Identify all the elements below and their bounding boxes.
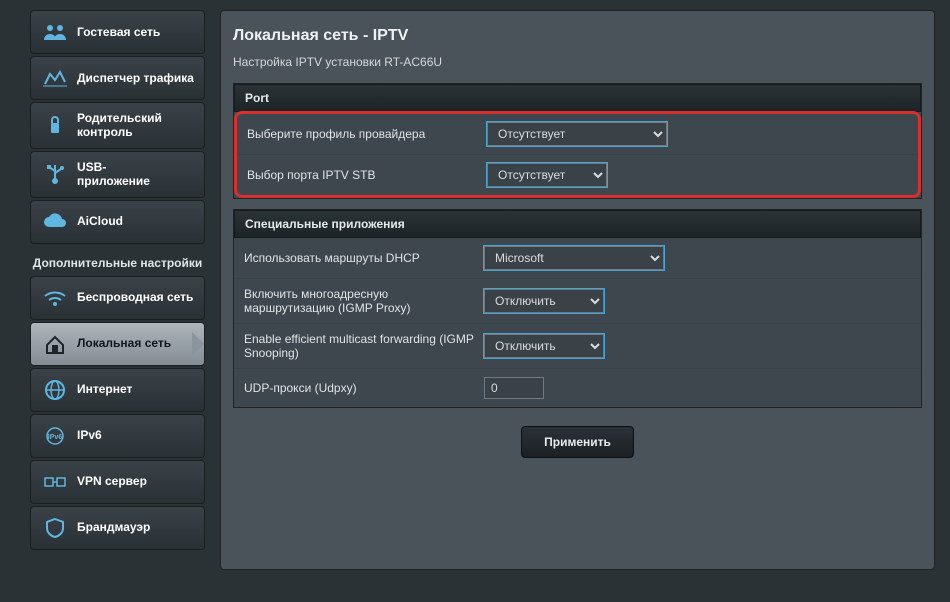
wifi-icon xyxy=(41,286,69,310)
dhcp-routes-label: Использовать маршруты DHCP xyxy=(244,251,484,265)
isp-profile-select[interactable]: Отсутствует xyxy=(487,122,667,146)
special-apps-header: Специальные приложения xyxy=(234,210,921,238)
sidebar-item-guest-network[interactable]: Гостевая сеть xyxy=(30,10,205,54)
iptv-stb-port-label: Выбор порта IPTV STB xyxy=(247,168,487,182)
cloud-icon xyxy=(41,210,69,234)
nav-label: USB- приложение xyxy=(77,160,150,189)
traffic-icon xyxy=(41,66,69,90)
igmp-snooping-label: Enable efficient multicast forwarding (I… xyxy=(244,332,484,360)
igmp-proxy-select[interactable]: Отключить xyxy=(484,289,604,313)
sidebar-item-lan[interactable]: Локальная сеть xyxy=(30,322,205,366)
dhcp-routes-select[interactable]: Microsoft xyxy=(484,246,664,270)
nav-label: IPv6 xyxy=(77,428,102,442)
nav-label: VPN сервер xyxy=(77,474,147,488)
nav-label: Локальная сеть xyxy=(77,336,171,350)
sidebar-item-firewall[interactable]: Брандмауэр xyxy=(30,506,205,550)
sidebar-item-wan[interactable]: Интернет xyxy=(30,368,205,412)
port-section: Port Выберите профиль провайдера Отсутст… xyxy=(233,83,922,199)
nav-label: Родительский контроль xyxy=(77,111,194,140)
usb-icon xyxy=(41,162,69,186)
igmp-snooping-row: Enable efficient multicast forwarding (I… xyxy=(234,324,921,369)
sidebar-item-usb-app[interactable]: USB- приложение xyxy=(30,151,205,198)
svg-text:IPv6: IPv6 xyxy=(48,434,63,441)
main-content: Локальная сеть - IPTV Настройка IPTV уст… xyxy=(205,10,950,570)
iptv-stb-port-row: Выбор порта IPTV STB Отсутствует xyxy=(237,155,918,195)
nav-label: Беспроводная сеть xyxy=(77,290,193,304)
sidebar-item-parental-control[interactable]: Родительский контроль xyxy=(30,102,205,149)
firewall-icon xyxy=(41,516,69,540)
sidebar-item-aicloud[interactable]: AiCloud xyxy=(30,200,205,244)
sidebar-section-title: Дополнительные настройки xyxy=(30,246,205,276)
iptv-stb-port-select[interactable]: Отсутствует xyxy=(487,163,607,187)
udpxy-row: UDP-прокси (Udpxy) xyxy=(234,369,921,407)
nav-label: AiCloud xyxy=(77,214,123,228)
igmp-snooping-select[interactable]: Отключить xyxy=(484,334,604,358)
sidebar-item-traffic-manager[interactable]: Диспетчер трафика xyxy=(30,56,205,100)
settings-panel: Локальная сеть - IPTV Настройка IPTV уст… xyxy=(220,10,935,570)
isp-profile-label: Выберите профиль провайдера xyxy=(247,127,487,141)
port-section-header: Port xyxy=(234,84,921,112)
vpn-icon xyxy=(41,470,69,494)
guests-icon xyxy=(41,20,69,44)
special-apps-section: Специальные приложения Использовать марш… xyxy=(233,209,922,408)
sidebar-item-vpn[interactable]: VPN сервер xyxy=(30,460,205,504)
nav-label: Диспетчер трафика xyxy=(77,71,194,85)
dhcp-routes-row: Использовать маршруты DHCP Microsoft xyxy=(234,238,921,279)
udpxy-input[interactable] xyxy=(484,377,544,399)
sidebar-item-ipv6[interactable]: IPv6 IPv6 xyxy=(30,414,205,458)
nav-label: Гостевая сеть xyxy=(77,25,160,39)
page-subtitle: Настройка IPTV установки RT-AC66U xyxy=(233,55,922,83)
isp-profile-row: Выберите профиль провайдера Отсутствует xyxy=(237,114,918,155)
ipv6-icon: IPv6 xyxy=(41,424,69,448)
globe-icon xyxy=(41,378,69,402)
page-title: Локальная сеть - IPTV xyxy=(233,23,922,55)
nav-label: Интернет xyxy=(77,382,132,396)
highlighted-port-settings: Выберите профиль провайдера Отсутствует … xyxy=(234,111,921,198)
sidebar-item-wireless[interactable]: Беспроводная сеть xyxy=(30,276,205,320)
parental-icon xyxy=(41,113,69,137)
igmp-proxy-row: Включить многоадресную маршрутизацию (IG… xyxy=(234,279,921,324)
nav-label: Брандмауэр xyxy=(77,520,150,534)
sidebar: Гостевая сеть Диспетчер трафика Родитель… xyxy=(30,10,205,570)
lan-icon xyxy=(41,332,69,356)
igmp-proxy-label: Включить многоадресную маршрутизацию (IG… xyxy=(244,287,484,315)
udpxy-label: UDP-прокси (Udpxy) xyxy=(244,381,484,395)
apply-button[interactable]: Применить xyxy=(521,426,634,458)
